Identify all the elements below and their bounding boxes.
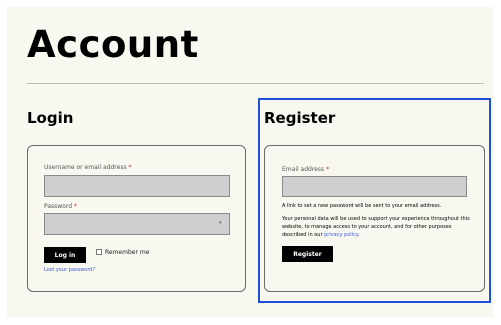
- privacy-notice-text: Your personal data will be used to suppo…: [282, 216, 470, 238]
- privacy-notice: Your personal data will be used to suppo…: [282, 215, 472, 239]
- email-label: Email address *: [282, 167, 329, 173]
- eye-icon[interactable]: ▾: [219, 221, 225, 226]
- username-label-text: Username or email address: [44, 164, 127, 171]
- login-heading: Login: [27, 109, 74, 127]
- password-link-info: A link to set a new password will be sen…: [282, 203, 442, 209]
- lost-password-link[interactable]: Lost your password?: [44, 268, 95, 273]
- password-label-text: Password: [44, 203, 73, 210]
- page-title: Account: [27, 23, 199, 66]
- register-button[interactable]: Register: [282, 246, 333, 262]
- remember-me-checkbox[interactable]: [96, 249, 102, 255]
- required-marker: *: [326, 166, 330, 173]
- register-form: Email address * A link to set a new pass…: [264, 145, 485, 292]
- username-input[interactable]: [44, 175, 230, 197]
- remember-me-label: Remember me: [105, 249, 150, 256]
- login-button[interactable]: Log in: [44, 247, 86, 263]
- login-form: Username or email address * Password * ▾…: [27, 145, 246, 292]
- privacy-policy-link[interactable]: privacy policy: [324, 232, 358, 238]
- email-label-text: Email address: [282, 166, 325, 173]
- password-label: Password *: [44, 204, 77, 210]
- privacy-notice-end: .: [358, 232, 360, 238]
- required-marker: *: [73, 203, 77, 210]
- email-input[interactable]: [282, 176, 467, 197]
- password-input[interactable]: ▾: [44, 213, 230, 235]
- username-label: Username or email address *: [44, 165, 132, 171]
- divider: [27, 83, 484, 84]
- required-marker: *: [128, 164, 132, 171]
